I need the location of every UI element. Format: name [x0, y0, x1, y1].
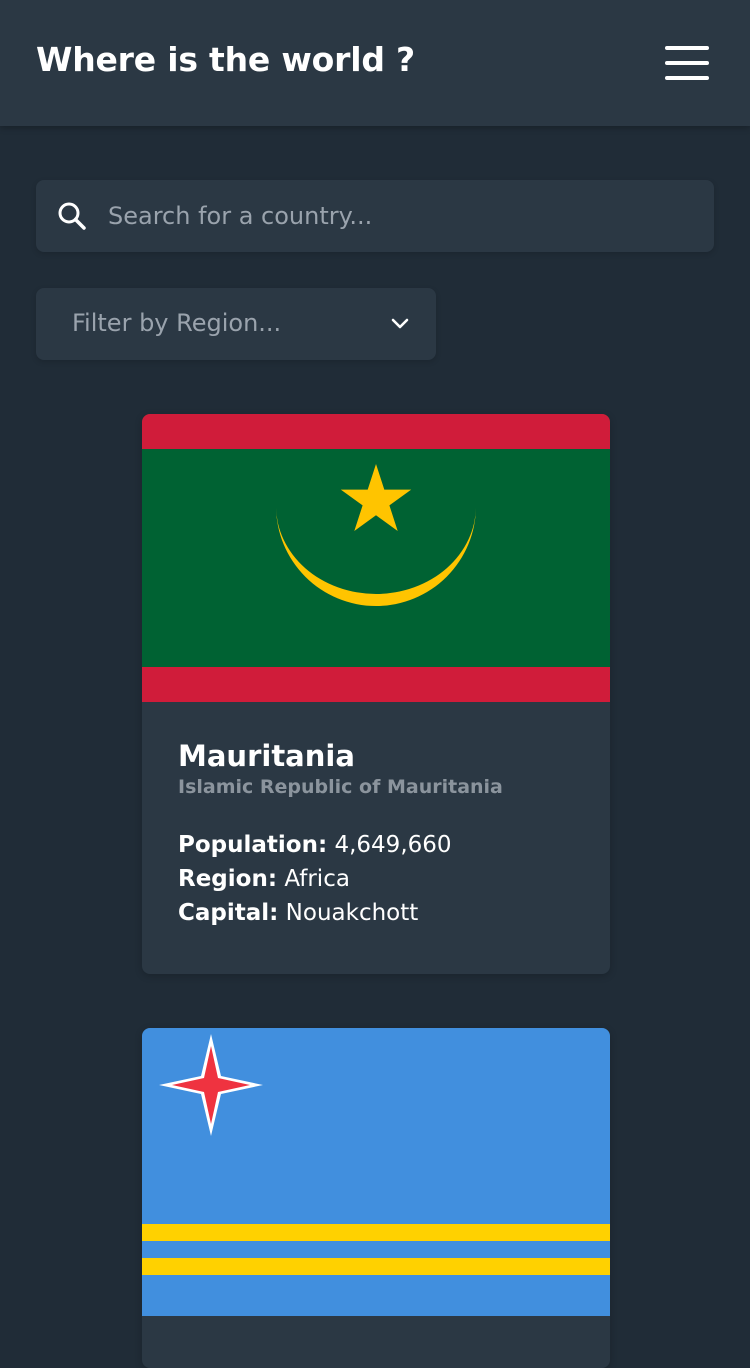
country-name: Mauritania — [178, 739, 355, 773]
country-official-name: Islamic Republic of Mauritania — [178, 776, 503, 798]
capital-value: Nouakchott — [285, 900, 419, 926]
aruba-flag — [142, 1028, 610, 1316]
country-card-body: Mauritania Islamic Republic of Mauritani… — [178, 738, 578, 930]
capital-fact: Capital: Nouakchott — [178, 896, 578, 930]
population-value: 4,649,660 — [334, 832, 452, 858]
country-card[interactable] — [142, 1028, 610, 1368]
menu-button[interactable] — [660, 40, 714, 86]
region-fact: Region: Africa — [178, 862, 578, 896]
hamburger-menu-icon — [665, 46, 709, 80]
search-box[interactable] — [36, 180, 714, 252]
region-value: Africa — [284, 866, 350, 892]
region-label: Region: — [178, 866, 278, 892]
population-fact: Population: 4,649,660 — [178, 828, 578, 862]
capital-label: Capital: — [178, 900, 279, 926]
mauritania-flag — [142, 414, 610, 702]
app-header: Where is the world ? — [0, 0, 750, 126]
search-icon — [58, 202, 86, 230]
country-card[interactable]: Mauritania Islamic Republic of Mauritani… — [142, 414, 610, 974]
population-label: Population: — [178, 832, 328, 858]
region-filter-dropdown[interactable]: Filter by Region... — [36, 288, 436, 360]
chevron-down-icon — [391, 318, 409, 329]
search-input[interactable] — [108, 180, 698, 252]
country-facts: Population: 4,649,660 Region: Africa Cap… — [178, 828, 578, 930]
region-filter-label: Filter by Region... — [72, 309, 282, 337]
app-title: Where is the world ? — [36, 40, 415, 79]
